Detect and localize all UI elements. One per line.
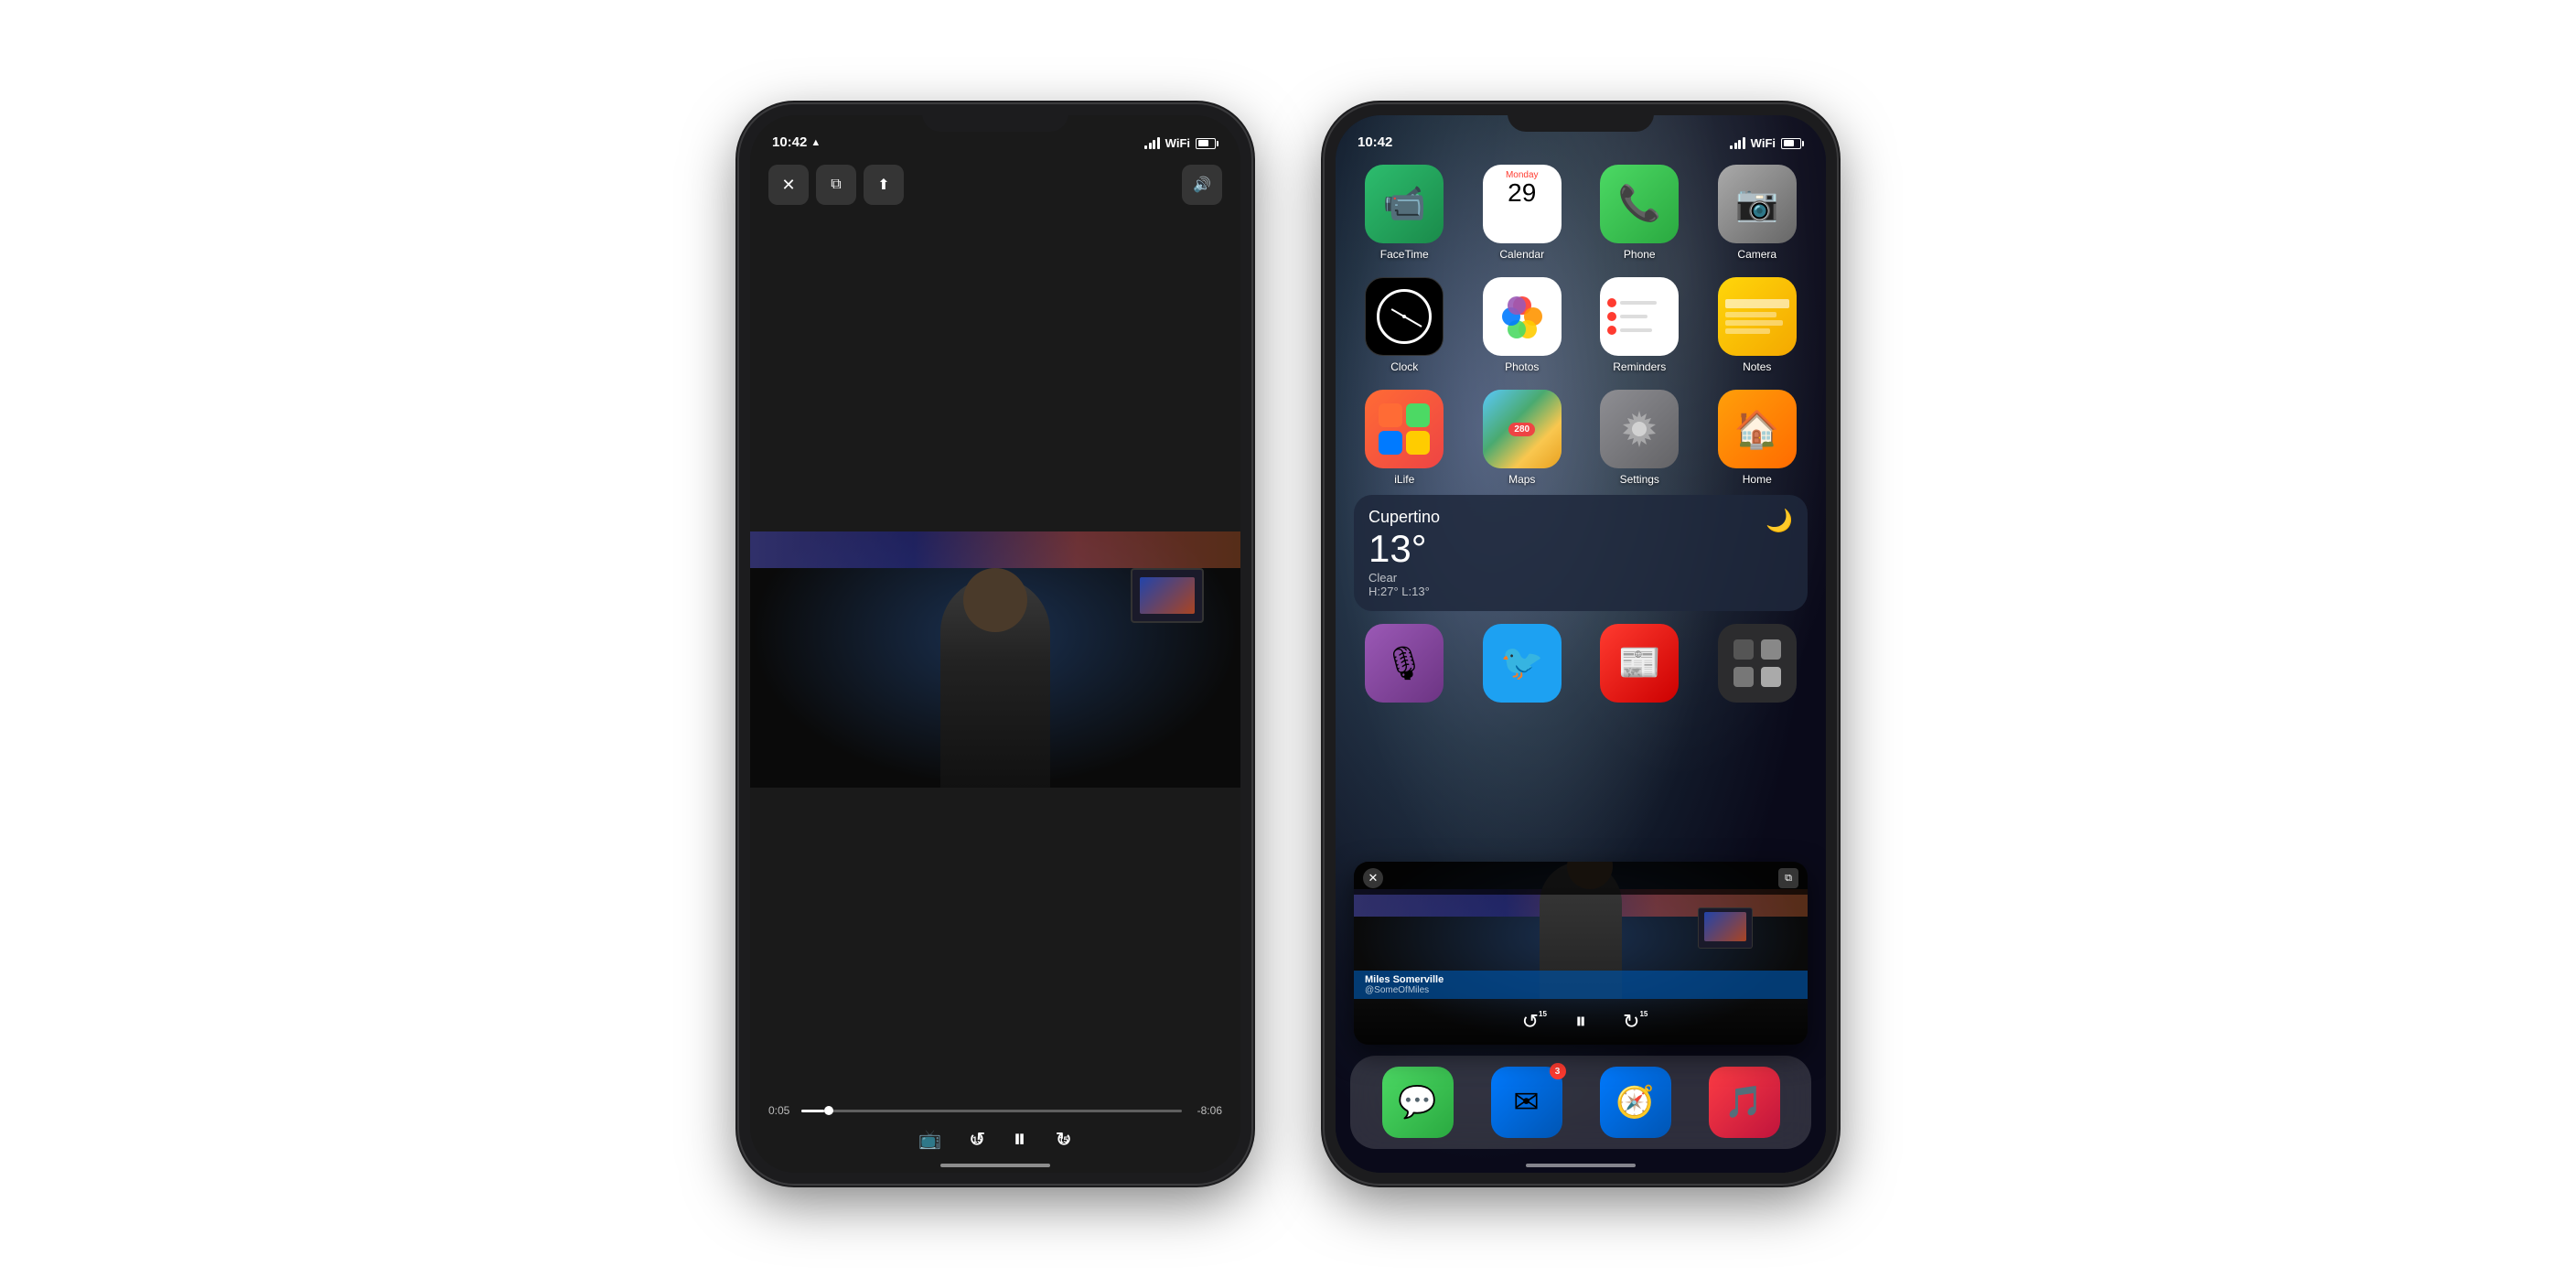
clock-face [1377, 289, 1432, 344]
pause-button[interactable]: ⏸ [1013, 1124, 1027, 1154]
pip-rewind-button[interactable]: ↺ 15 [1522, 1010, 1539, 1034]
app-label-notes: Notes [1743, 360, 1771, 373]
left-screen: 10:42 ▲ WiFi [750, 115, 1240, 1173]
time-label: 10:42 [772, 134, 807, 150]
app-icon-multiapp[interactable] [1707, 624, 1809, 703]
home-status-icons: WiFi [1730, 136, 1804, 150]
app-icon-maps[interactable]: 280 Maps [1472, 390, 1573, 486]
dock-app-safari[interactable]: 🧭 [1600, 1067, 1671, 1138]
app-icon-notes[interactable]: Notes [1707, 277, 1809, 373]
app-label-reminders: Reminders [1613, 360, 1666, 373]
volume-button[interactable]: 🔊 [1182, 165, 1222, 205]
progress-track[interactable] [801, 1110, 1182, 1112]
mail-badge: 3 [1550, 1063, 1566, 1079]
right-phone: 10:42 WiFi [1325, 104, 1837, 1184]
dock-app-music[interactable]: 🎵 [1709, 1067, 1780, 1138]
home-status-bar: 10:42 WiFi [1336, 115, 1826, 156]
app-label-home: Home [1743, 473, 1772, 486]
app-label-settings: Settings [1620, 473, 1659, 486]
dock-app-messages[interactable]: 💬 [1382, 1067, 1454, 1138]
app-icon-ilife[interactable]: iLife [1354, 390, 1455, 486]
location-icon: ▲ [810, 137, 821, 148]
airplay-button[interactable]: 📺 [918, 1128, 941, 1151]
calendar-date: 29 [1508, 180, 1536, 206]
weather-range: H:27° L:13° [1368, 585, 1793, 598]
expand-button[interactable]: ⬆ [864, 165, 904, 205]
video-frame [750, 531, 1240, 788]
pip-overlay[interactable]: ✕ ⧉ Miles Somerville @SomeOfMiles [1354, 862, 1808, 1045]
pip-name-tag: Miles Somerville @SomeOfMiles [1354, 971, 1808, 999]
video-controls-bar: 0:05 -8:06 📺 ↺ 15 ⏸ ↻ 15 [750, 1104, 1240, 1173]
weather-widget[interactable]: Cupertino 13° 🌙 Clear H:27° L:13° [1354, 495, 1808, 611]
app-icon-facetime[interactable]: 📹 FaceTime [1354, 165, 1455, 261]
app-icon-twitter[interactable]: 🐦 [1472, 624, 1573, 703]
video-content [750, 531, 1240, 788]
app-label-facetime: FaceTime [1380, 248, 1429, 261]
home-signal-icon [1730, 137, 1745, 149]
pip-playback-controls: ↺ 15 ⏸ ↻ 15 [1354, 999, 1808, 1045]
time-remaining: -8:06 [1189, 1104, 1222, 1117]
pip-button[interactable]: ⧉ [816, 165, 856, 205]
pip-name: Miles Somerville [1365, 974, 1797, 985]
battery-icon [1196, 138, 1218, 149]
app-icon-news[interactable]: 📰 [1589, 624, 1690, 703]
app-icon-podcasts[interactable]: 🎙 [1354, 624, 1455, 703]
status-bar: 10:42 ▲ WiFi [750, 115, 1240, 156]
video-left-controls: ✕ ⧉ ⬆ [768, 165, 904, 205]
app-label-maps: Maps [1508, 473, 1535, 486]
status-icons: WiFi [1144, 136, 1218, 150]
home-indicator [940, 1164, 1050, 1167]
home-time-label: 10:42 [1358, 134, 1392, 150]
forward-button[interactable]: ↻ 15 [1055, 1128, 1071, 1152]
dock: 💬 ✉ 3 🧭 🎵 [1350, 1056, 1811, 1149]
playback-controls: 📺 ↺ 15 ⏸ ↻ 15 [768, 1124, 1222, 1154]
app-label-ilife: iLife [1394, 473, 1414, 486]
app-icon-clock[interactable]: Clock [1354, 277, 1455, 373]
pip-forward-button[interactable]: ↻ 15 [1623, 1010, 1639, 1034]
app-row-bottom: 🎙 🐦 📰 [1336, 620, 1826, 710]
signal-icon [1144, 137, 1160, 149]
app-icon-settings[interactable]: Settings [1589, 390, 1690, 486]
app-grid-row1: 📹 FaceTime Monday 29 Calendar 📞 Phone [1336, 156, 1826, 495]
rewind-button[interactable]: ↺ 15 [969, 1128, 985, 1152]
weather-city: Cupertino [1368, 508, 1440, 527]
app-label-camera: Camera [1737, 248, 1776, 261]
pip-pause-button[interactable]: ⏸ [1575, 1009, 1586, 1035]
weather-condition: Clear [1368, 571, 1793, 585]
pip-handle: @SomeOfMiles [1365, 985, 1797, 995]
home-wifi-icon: WiFi [1751, 136, 1776, 150]
home-battery-icon [1781, 138, 1804, 149]
close-button[interactable]: ✕ [768, 165, 809, 205]
dock-app-mail[interactable]: ✉ 3 [1491, 1067, 1562, 1138]
app-label-calendar: Calendar [1499, 248, 1544, 261]
app-label-phone: Phone [1624, 248, 1656, 261]
left-phone: 10:42 ▲ WiFi [739, 104, 1251, 1184]
app-icon-calendar[interactable]: Monday 29 Calendar [1472, 165, 1573, 261]
weather-temp: 13° [1368, 527, 1440, 571]
video-area [750, 214, 1240, 1104]
app-icon-phone[interactable]: 📞 Phone [1589, 165, 1690, 261]
pip-expand-button[interactable]: ⧉ [1778, 868, 1798, 888]
app-icon-reminders[interactable]: Reminders [1589, 277, 1690, 373]
video-top-controls: ✕ ⧉ ⬆ 🔊 [750, 156, 1240, 214]
app-icon-camera[interactable]: 📷 Camera [1707, 165, 1809, 261]
home-indicator-right [1526, 1164, 1636, 1167]
app-label-clock: Clock [1390, 360, 1418, 373]
wifi-icon: WiFi [1165, 136, 1190, 150]
progress-row: 0:05 -8:06 [768, 1104, 1222, 1117]
app-icon-photos[interactable]: Photos [1472, 277, 1573, 373]
right-screen: 10:42 WiFi [1336, 115, 1826, 1173]
app-icon-home[interactable]: 🏠 Home [1707, 390, 1809, 486]
pip-top-bar: ✕ ⧉ [1354, 862, 1808, 895]
pip-close-button[interactable]: ✕ [1363, 868, 1383, 888]
app-label-photos: Photos [1505, 360, 1539, 373]
time-current: 0:05 [768, 1104, 794, 1117]
